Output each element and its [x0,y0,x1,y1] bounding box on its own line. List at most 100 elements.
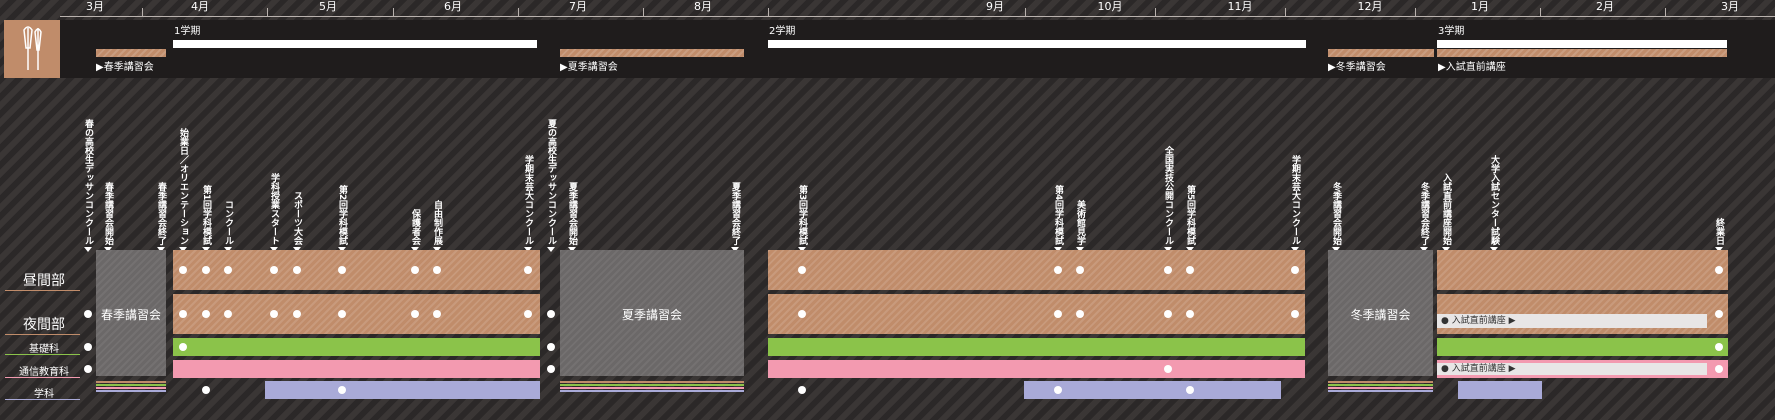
event-label: 春の高校生デッサンコンクール [79,92,97,252]
term3-bar [1437,40,1727,48]
event-dot [411,310,419,318]
summer-course-block-label: 夏季講習会 [621,308,682,322]
month-tick [142,8,143,16]
entrance-course-correspondence-bar: ● 入試直前講座 ▶ [1437,363,1707,375]
event-label: 終業日 [1710,92,1728,252]
event-dot [1164,266,1172,274]
month-tick [1540,8,1541,16]
event-label: 全国実技公開コンクール [1159,92,1177,252]
month-label: 7月 [569,0,587,13]
event-label: 学科授業スタート [265,92,283,252]
event-label: 春季講習会終了 [152,92,170,252]
month-tick [643,8,644,16]
event-dot [202,386,210,394]
event-dot [338,310,346,318]
spring-course-label: ▶春季講習会 [96,62,154,73]
entrance-course-evening-bar: ● 入試直前講座 ▶ [1437,314,1707,328]
month-tick [267,8,268,16]
event-dot [433,266,441,274]
event-dot [433,310,441,318]
event-dot [547,310,555,318]
event-dot [84,365,92,373]
event-dot [224,310,232,318]
event-dot [1186,386,1194,394]
event-dot [798,386,806,394]
event-dot [84,310,92,318]
daytime-band [768,250,1305,290]
month-tick [1415,8,1416,16]
event-dot [1291,266,1299,274]
academic-band [1024,381,1281,399]
event-dot [1715,365,1723,373]
event-dot [1054,266,1062,274]
event-label: 入試直前講座開始 [1437,92,1455,252]
month-label: 9月 [986,0,1004,13]
row-underline [5,377,80,378]
event-dot [1291,310,1299,318]
term2-bar [768,40,1306,48]
month-label: 2月 [1596,0,1614,13]
month-label: 8月 [694,0,712,13]
correspondence-band [768,360,1305,378]
row-label-academic: 学科 [34,389,54,400]
event-label: 冬季講習会終了 [1415,92,1433,252]
daytime-band [1437,250,1728,290]
month-label: 6月 [444,0,462,13]
event-label: 第1回学科模試 [197,92,215,252]
month-tick [393,8,394,16]
row-label-basic: 基礎科 [29,344,59,355]
row-label-daytime: 昼間部 [23,273,65,289]
event-dot [1715,343,1723,351]
month-label: 3月 [86,0,104,13]
month-tick [1665,8,1666,16]
row-underline [5,354,80,355]
event-label: 夏季講習会開始 [563,92,581,252]
event-label: 第2回学科模試 [333,92,351,252]
event-label: コンクール [219,92,237,252]
event-dot [1076,310,1084,318]
event-label: 大学入試センター試験 [1485,92,1503,252]
event-label: 学期末芸大コンクール [1286,92,1304,252]
term-strip: 1学期 2学期 3学期 ▶春季講習会 ▶夏季講習会 ▶冬季講習会 ▶入試直前講座 [60,20,1775,78]
event-label: 春季講習会開始 [99,92,117,252]
event-dot [547,365,555,373]
month-tick [1025,8,1026,16]
event-label: 保護者会 [406,92,424,252]
event-dot [1164,310,1172,318]
month-label: 3月 [1721,0,1739,13]
term3-label: 3学期 [1438,26,1465,37]
event-dot [202,266,210,274]
month-tick [768,8,769,16]
winter-course-bar [1328,49,1434,57]
event-dot [224,266,232,274]
academic-band [1458,381,1542,399]
row-underline [5,334,80,335]
event-label: 冬季講習会開始 [1327,92,1345,252]
course-stripes [560,381,744,392]
month-label: 5月 [319,0,337,13]
event-label: 美術館見学 [1071,92,1089,252]
event-dot [524,266,532,274]
event-dot [202,310,210,318]
evening-band [768,294,1305,334]
event-dot [1054,310,1062,318]
course-stripes [1328,381,1433,392]
event-dot [1186,310,1194,318]
basic-band [1437,338,1728,356]
row-underline [5,399,80,400]
summer-course-bar [560,49,744,57]
term1-label: 1学期 [174,26,201,37]
event-dot [1715,266,1723,274]
month-tick [518,8,519,16]
event-dot [1054,386,1062,394]
winter-course-block-label: 冬季講習会 [1350,308,1411,322]
month-label: 4月 [191,0,209,13]
event-dot [270,310,278,318]
event-dot [179,310,187,318]
event-label: 第4回学科模試 [1049,92,1067,252]
course-stripes [96,381,166,392]
month-label: 1月 [1471,0,1489,13]
event-dot [270,266,278,274]
event-label: 夏の高校生デッサンコンクール [542,92,560,252]
spring-course-block-label: 春季講習会 [100,308,161,322]
